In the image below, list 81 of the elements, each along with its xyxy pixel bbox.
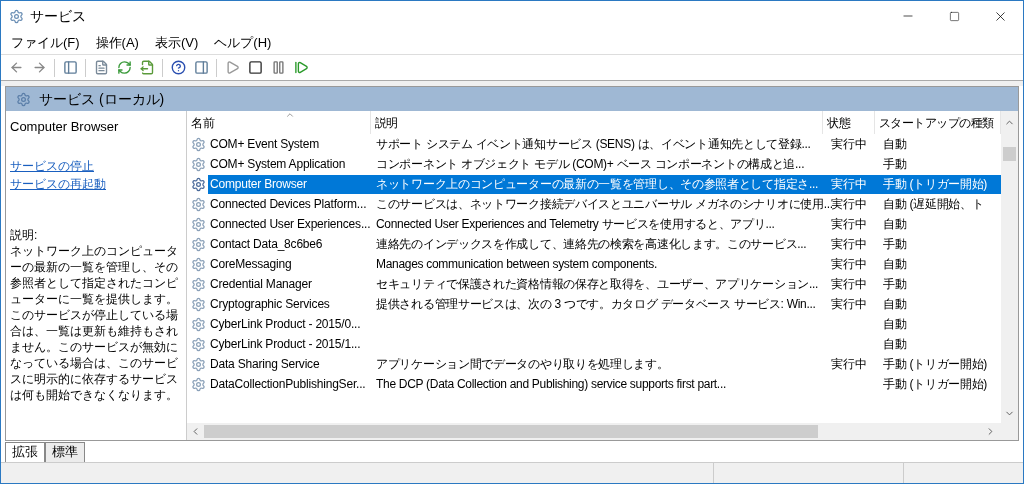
gear-icon [191, 356, 206, 372]
status-cell: 実行中 [831, 217, 867, 231]
gear-icon [191, 156, 206, 172]
startup-type-cell: 自動 [883, 137, 907, 151]
description-cell: セキュリティで保護された資格情報の保存と取得を、ユーザー、アプリケーション... [376, 277, 818, 291]
gear-icon [191, 336, 206, 352]
startup-type-cell: 手動 (トリガー開始) [883, 357, 988, 371]
menu-item[interactable]: ファイル(F) [11, 32, 80, 53]
startup-type-cell: 手動 [883, 277, 907, 291]
startup-type-cell: 自動 (遅延開始、ト [883, 197, 984, 211]
description-cell: アプリケーション間でデータのやり取りを処理します。 [376, 357, 669, 371]
column-header[interactable]: 状態 [823, 111, 875, 134]
service-name[interactable]: Credential Manager [208, 274, 372, 294]
menu-item[interactable]: ヘルプ(H) [214, 32, 272, 53]
status-cell: 実行中 [831, 297, 867, 311]
gear-icon [16, 91, 31, 107]
service-name[interactable]: COM+ System Application [208, 154, 372, 174]
horizontal-scrollbar[interactable] [187, 423, 1018, 440]
startup-type-cell: 手動 (トリガー開始) [883, 377, 988, 391]
startup-type-cell: 自動 [883, 217, 907, 231]
service-name[interactable]: CoreMessaging [208, 254, 372, 274]
scroll-thumb[interactable] [1003, 147, 1016, 161]
service-name[interactable]: Contact Data_8c6be6 [208, 234, 372, 254]
panel-title: サービス (ローカル) [39, 89, 165, 109]
startup-type-cell: 自動 [883, 297, 907, 311]
description-cell: Connected User Experiences and Telemetry サービスを使用すると、アプリ... [376, 217, 775, 231]
gear-icon [191, 176, 206, 192]
startup-type-cell: 自動 [883, 337, 907, 351]
column-header[interactable]: 名前 [187, 111, 371, 134]
gear-icon [191, 256, 206, 272]
service-name[interactable]: Cryptographic Services [208, 294, 372, 314]
service-name[interactable]: Data Sharing Service [208, 354, 372, 374]
column-header[interactable]: 説明 [370, 111, 824, 134]
service-name[interactable]: DataCollectionPublishingSer... [208, 374, 372, 394]
description-cell: The DCP (Data Collection and Publishing) service supports first part... [376, 377, 726, 391]
service-name[interactable]: COM+ Event System [208, 134, 372, 154]
startup-type-cell: 自動 [883, 257, 907, 271]
gear-icon [191, 196, 206, 212]
startup-type-cell: 手動 [883, 237, 907, 251]
description-cell: コンポーネント オブジェクト モデル (COM)+ ベース コンポーネントの構成と追... [376, 157, 805, 171]
service-name[interactable]: CyberLink Product - 2015/0... [208, 314, 372, 334]
description-cell: サポート システム イベント通知サービス (SENS) は、イベント通知先として登録... [376, 137, 811, 151]
service-name[interactable]: Connected User Experiences... [208, 214, 372, 234]
service-name[interactable]: Computer Browser [208, 174, 372, 194]
status-cell: 実行中 [831, 277, 867, 291]
status-cell: 実行中 [831, 197, 867, 211]
menu-item[interactable]: 操作(A) [95, 32, 139, 53]
gear-icon [191, 276, 206, 292]
service-name[interactable]: CyberLink Product - 2015/1... [208, 334, 372, 354]
menu-item[interactable]: 表示(V) [154, 32, 199, 53]
status-cell: 実行中 [831, 177, 867, 191]
service-name[interactable]: Connected Devices Platform... [208, 194, 372, 214]
gear-icon [191, 236, 206, 252]
description-cell: 連絡先のインデックスを作成して、連絡先の検索を高速化します。このサービス... [376, 237, 807, 251]
window-title: サービス [30, 6, 86, 26]
startup-type-cell: 手動 [883, 157, 907, 171]
maximize-icon [948, 10, 960, 22]
gear-icon [191, 216, 206, 232]
startup-type-cell: 自動 [883, 317, 907, 331]
action-link[interactable]: サービスの再起動 [10, 174, 182, 193]
view-tab[interactable]: 拡張 [5, 442, 45, 462]
description-cell: ネットワーク上のコンピューターの最新の一覧を管理し、その参照者として指定さ... [376, 177, 818, 191]
description-label: 説明: [10, 226, 39, 243]
scroll-thumb[interactable] [204, 425, 818, 438]
status-cell: 実行中 [831, 357, 867, 371]
vertical-scrollbar[interactable] [1001, 111, 1018, 423]
view-tab[interactable]: 標準 [45, 442, 85, 462]
gear-icon [191, 376, 206, 392]
description-cell: Manages communication between system components. [376, 257, 658, 271]
gear-icon [9, 8, 24, 24]
status-cell: 実行中 [831, 137, 867, 151]
gear-icon [191, 136, 206, 152]
service-title: Computer Browser [10, 118, 120, 136]
startup-type-cell: 手動 (トリガー開始) [883, 177, 988, 191]
description-text: ネットワーク上のコンピューターの最新の一覧を管理し、その参照者として指定されたコンピューターに一覧を提供します。このサービスが停止している場合は、一覧は更新も維持もされません。このサービスが無効になっている場合は、このサービスに明示的に依存するサービスは何も開始できなくなります。 [10, 243, 179, 403]
gear-icon [191, 296, 206, 312]
action-link[interactable]: サービスの停止 [10, 156, 182, 175]
gear-icon [191, 316, 206, 332]
status-cell: 実行中 [831, 257, 867, 271]
description-cell: 提供される管理サービスは、次の 3 つです。カタログ データベース サービス: Win... [376, 297, 816, 311]
status-cell: 実行中 [831, 237, 867, 251]
